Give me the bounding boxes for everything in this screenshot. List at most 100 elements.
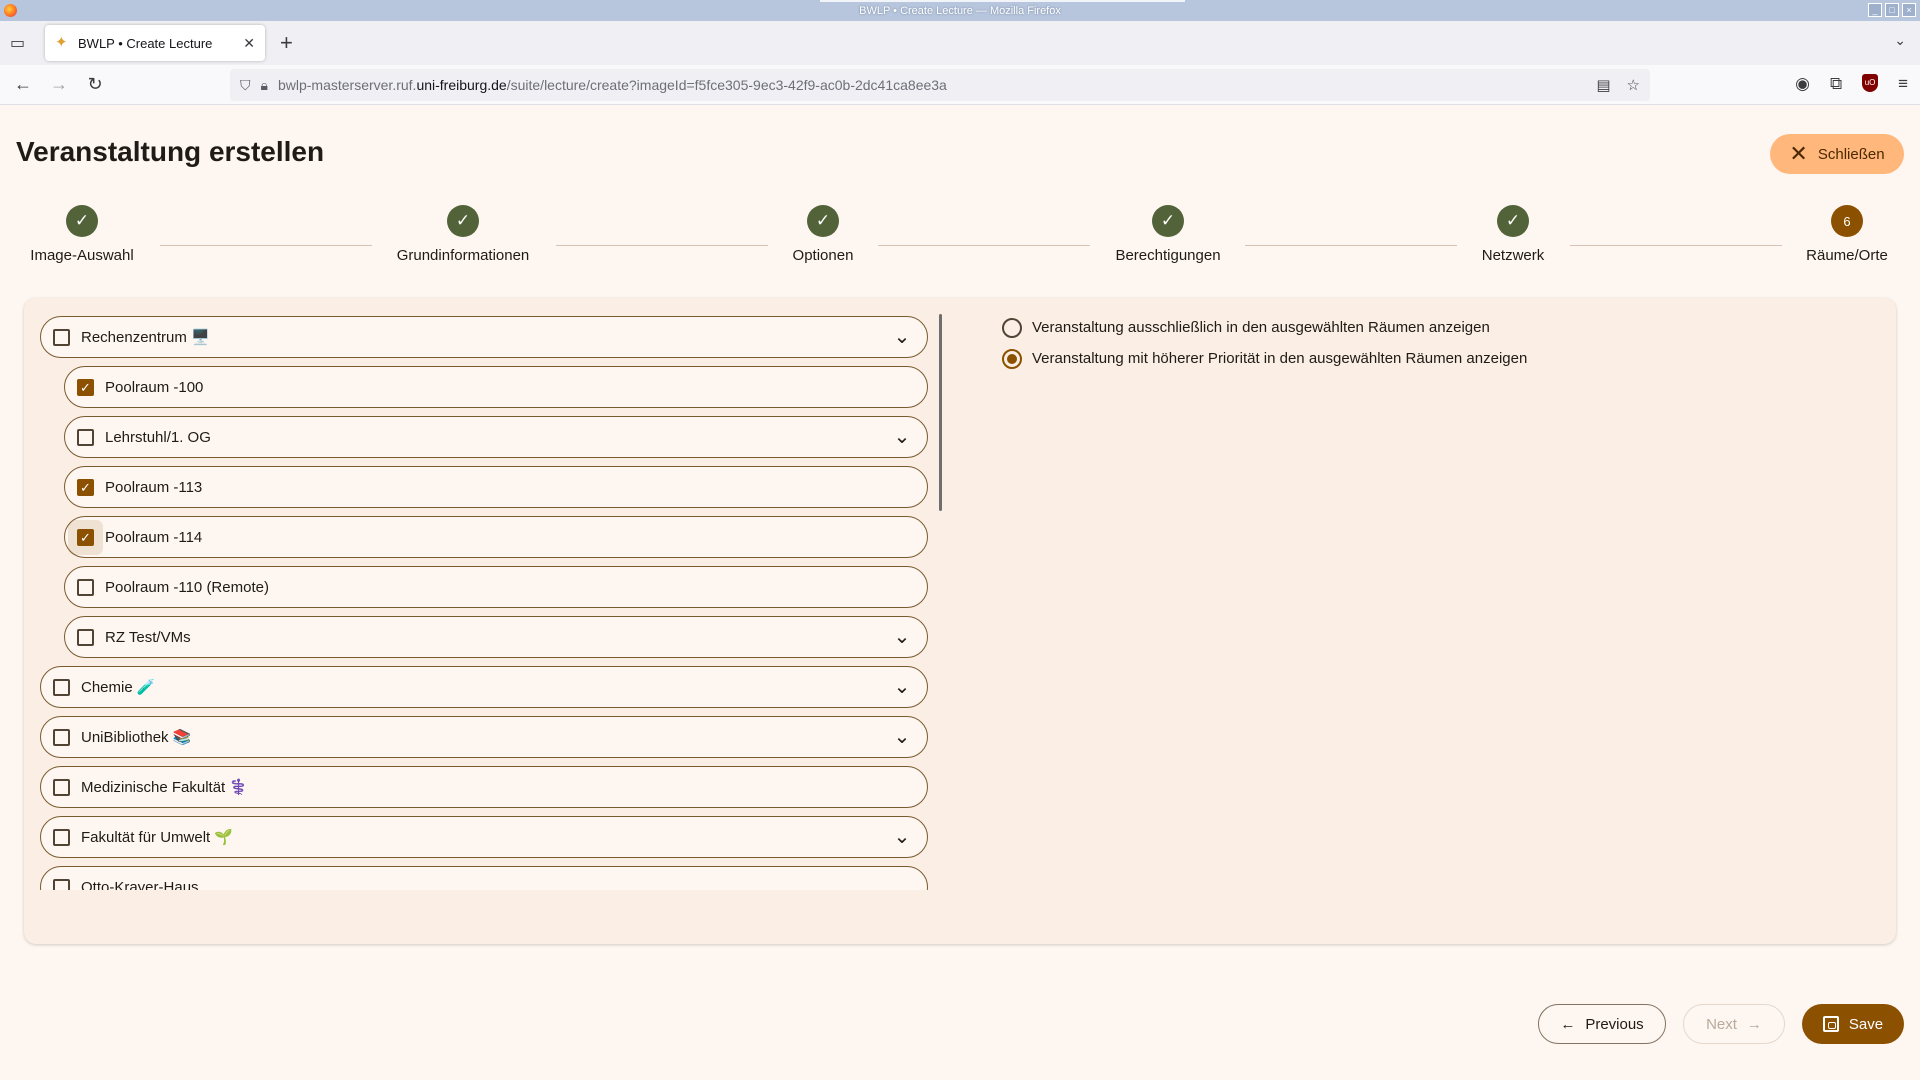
chevron-down-icon[interactable]: ⌄ xyxy=(887,327,917,347)
location-label: Lehrstuhl/1. OG xyxy=(105,428,211,446)
step-connector xyxy=(1570,245,1782,246)
step-done-check-icon: ✓ xyxy=(807,205,839,237)
location-node[interactable]: Medizinische Fakultät ⚕️ xyxy=(40,766,928,808)
radio-button[interactable] xyxy=(1002,317,1022,338)
checkbox-checked[interactable]: ✓ xyxy=(77,478,94,496)
arrow-right-icon: → xyxy=(1746,1015,1762,1033)
firefox-logo-icon xyxy=(4,4,17,17)
location-label: UniBibliothek 📚 xyxy=(81,729,192,746)
reader-view-icon[interactable]: ▤ xyxy=(1596,76,1610,94)
location-node[interactable]: Otto-Krayer-Haus xyxy=(40,866,928,890)
maximize-icon[interactable]: □ xyxy=(1885,3,1899,17)
chevron-down-icon[interactable]: ⌄ xyxy=(887,427,917,447)
bookmark-star-icon[interactable]: ☆ xyxy=(1627,76,1640,94)
wizard-stepper: ✓ Image-Auswahl ✓ Grundinformationen ✓ O… xyxy=(0,205,1920,275)
location-node[interactable]: Lehrstuhl/1. OG ⌄ xyxy=(64,416,928,458)
checkbox[interactable] xyxy=(53,778,70,796)
checkbox-checked[interactable]: ✓ xyxy=(77,378,94,396)
tab-close-icon[interactable]: ✕ xyxy=(243,35,255,52)
chevron-down-icon[interactable]: ⌄ xyxy=(887,827,917,847)
checkbox[interactable] xyxy=(77,578,94,596)
tracking-shield-icon[interactable]: ⛉ xyxy=(240,77,251,94)
location-label: Medizinische Fakultät ⚕️ xyxy=(81,779,249,796)
extensions-icon[interactable]: ⧉ xyxy=(1830,74,1842,94)
menu-icon[interactable]: ≡ xyxy=(1898,74,1908,94)
close-button-label: Schließen xyxy=(1817,145,1885,163)
chevron-down-icon[interactable]: ⌄ xyxy=(887,727,917,747)
location-node[interactable]: Poolraum -110 (Remote) xyxy=(64,566,928,608)
checkbox[interactable] xyxy=(77,628,94,646)
checkbox[interactable] xyxy=(53,828,70,846)
save-button[interactable]: Save xyxy=(1802,1004,1904,1044)
url-path: /suite/lecture/create?imageId=f5fce305-9… xyxy=(506,77,947,93)
step-label: Berechtigungen xyxy=(1115,247,1221,264)
window-controls: _ □ × xyxy=(1868,3,1916,17)
location-node[interactable]: ✓ Poolraum -113 xyxy=(64,466,928,508)
location-node[interactable]: ✓ Poolraum -100 xyxy=(64,366,928,408)
close-button[interactable]: ✕ Schließen xyxy=(1770,134,1904,174)
previous-button[interactable]: ← Previous xyxy=(1538,1004,1666,1044)
chevron-down-icon[interactable]: ⌄ xyxy=(887,677,917,697)
step-berechtigungen[interactable]: ✓ Berechtigungen xyxy=(1113,205,1223,264)
location-node[interactable]: Chemie 🧪 ⌄ xyxy=(40,666,928,708)
step-label: Image-Auswahl xyxy=(30,247,134,264)
step-current-number: 6 xyxy=(1831,205,1863,237)
tree-scrollbar[interactable] xyxy=(939,314,942,511)
step-optionen[interactable]: ✓ Optionen xyxy=(783,205,863,264)
new-tab-icon[interactable]: + xyxy=(280,30,293,56)
location-label: Chemie 🧪 xyxy=(81,679,156,696)
url-domain: uni-freiburg.de xyxy=(416,77,507,93)
location-label: Rechenzentrum 🖥️ xyxy=(81,329,210,346)
account-icon[interactable]: ◉ xyxy=(1795,74,1810,94)
location-node[interactable]: Fakultät für Umwelt 🌱 ⌄ xyxy=(40,816,928,858)
location-node[interactable]: Rechenzentrum 🖥️ ⌄ xyxy=(40,316,928,358)
tab-bar: ▭ ✦ BWLP • Create Lecture ✕ + ⌄ xyxy=(0,21,1920,65)
step-label: Optionen xyxy=(792,247,854,264)
step-connector xyxy=(160,245,372,246)
step-connector xyxy=(1245,245,1457,246)
forward-icon[interactable]: → xyxy=(48,74,70,95)
next-button[interactable]: Next → xyxy=(1683,1004,1785,1044)
browser-tab[interactable]: ✦ BWLP • Create Lecture ✕ xyxy=(45,25,265,61)
ublock-origin-icon[interactable]: uO xyxy=(1862,74,1879,92)
step-done-check-icon: ✓ xyxy=(447,205,479,237)
navigation-bar: ← → ↻ ⛉ 🔒︎ bwlp-masterserver.ruf. uni-fre… xyxy=(0,65,1920,105)
radio-option-exclusive[interactable]: Veranstaltung ausschließlich in den ausg… xyxy=(976,312,1527,343)
location-node[interactable]: ✓ Poolraum -114 xyxy=(64,516,928,558)
location-node[interactable]: RZ Test/VMs ⌄ xyxy=(64,616,928,658)
step-image-auswahl[interactable]: ✓ Image-Auswahl xyxy=(23,205,141,264)
chevron-down-icon[interactable]: ⌄ xyxy=(887,627,917,647)
location-node[interactable]: UniBibliothek 📚 ⌄ xyxy=(40,716,928,758)
minimize-icon[interactable]: _ xyxy=(1868,3,1882,17)
reload-icon[interactable]: ↻ xyxy=(84,74,106,95)
radio-option-priority[interactable]: Veranstaltung mit höherer Priorität in d… xyxy=(976,343,1527,374)
step-grundinformationen[interactable]: ✓ Grundinformationen xyxy=(393,205,533,264)
radio-label: Veranstaltung mit höherer Priorität in d… xyxy=(1032,350,1528,367)
location-tree[interactable]: Rechenzentrum 🖥️ ⌄ ✓ Poolraum -100 Lehrstuhl… xyxy=(40,310,970,890)
close-icon: ✕ xyxy=(1789,141,1808,166)
window-title: BWLP • Create Lecture — Mozilla Firefox xyxy=(859,4,1061,17)
step-netzwerk[interactable]: ✓ Netzwerk xyxy=(1473,205,1553,264)
step-connector xyxy=(556,245,768,246)
tab-list-chevron-icon[interactable]: ⌄ xyxy=(1894,32,1906,49)
lock-icon[interactable]: 🔒︎ xyxy=(261,77,268,94)
checkbox[interactable] xyxy=(53,878,70,890)
radio-button-selected[interactable] xyxy=(1002,348,1022,369)
step-raeume-orte[interactable]: 6 Räume/Orte xyxy=(1800,205,1894,264)
close-window-icon[interactable]: × xyxy=(1902,3,1916,17)
checkbox[interactable] xyxy=(53,328,70,346)
url-bar[interactable]: ⛉ 🔒︎ bwlp-masterserver.ruf. uni-freiburg.… xyxy=(230,69,1650,101)
titlebar-accent xyxy=(820,0,1185,2)
arrow-left-icon: ← xyxy=(1560,1015,1576,1033)
location-label: Poolraum -113 xyxy=(105,478,203,496)
checkbox-checked[interactable]: ✓ xyxy=(77,528,94,546)
checkbox[interactable] xyxy=(77,428,94,446)
back-icon[interactable]: ← xyxy=(12,74,34,95)
window-titlebar: BWLP • Create Lecture — Mozilla Firefox … xyxy=(0,0,1920,21)
bwlp-favicon-icon: ✦ xyxy=(55,34,68,51)
url-prefix: bwlp-masterserver.ruf. xyxy=(277,77,417,93)
checkbox[interactable] xyxy=(53,728,70,746)
step-label: Netzwerk xyxy=(1481,247,1545,264)
checkbox[interactable] xyxy=(53,678,70,696)
list-all-tabs-icon[interactable]: ▭ xyxy=(10,33,30,53)
